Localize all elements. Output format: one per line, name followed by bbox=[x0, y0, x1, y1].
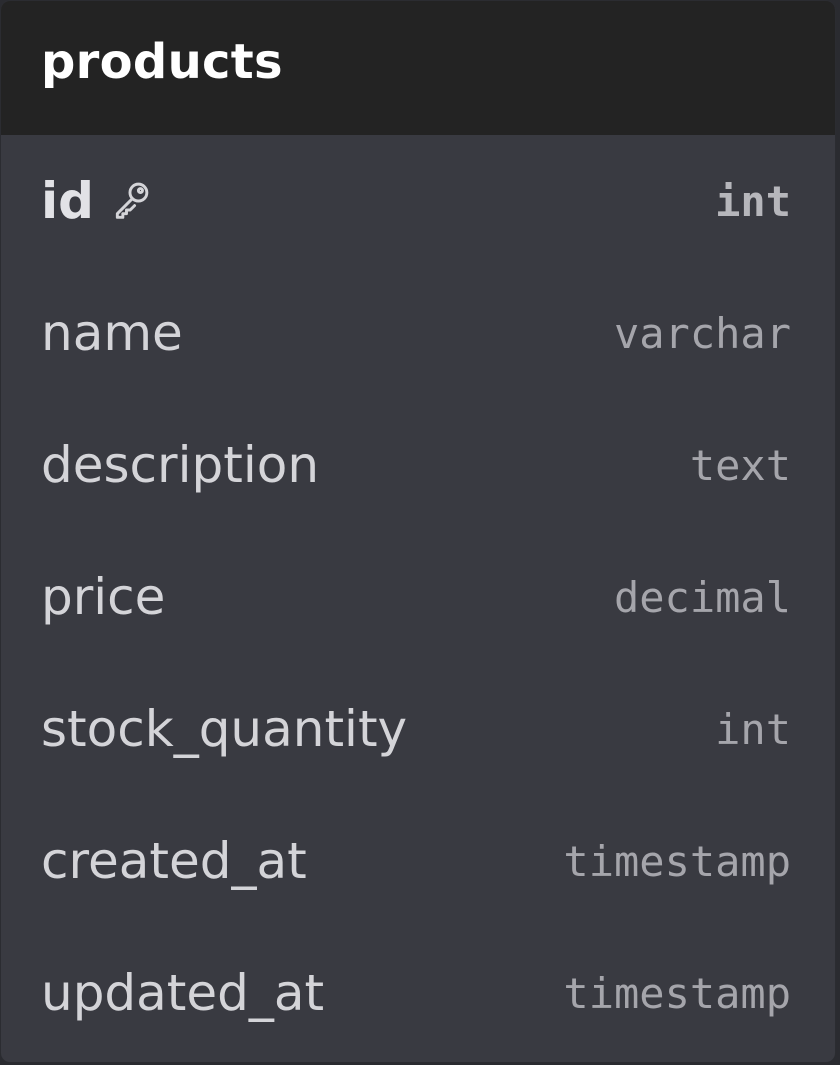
column-type: int bbox=[715, 704, 791, 754]
column-row-price[interactable]: price decimal bbox=[1, 531, 835, 663]
table-node-products[interactable]: products id int name varchar description bbox=[0, 0, 836, 1063]
column-name: stock_quantity bbox=[41, 700, 408, 758]
key-icon bbox=[110, 177, 154, 221]
column-type: timestamp bbox=[563, 836, 791, 886]
column-row-description[interactable]: description text bbox=[1, 399, 835, 531]
table-title: products bbox=[41, 34, 283, 90]
column-type: decimal bbox=[613, 572, 791, 622]
column-name: id bbox=[41, 172, 94, 230]
column-name: description bbox=[41, 436, 320, 494]
column-name: name bbox=[41, 304, 183, 362]
column-name: price bbox=[41, 568, 166, 626]
column-name: created_at bbox=[41, 832, 307, 890]
column-list: id int name varchar description text pri… bbox=[1, 135, 835, 1059]
column-name: updated_at bbox=[41, 964, 325, 1022]
column-name-group: id bbox=[41, 172, 154, 230]
column-type: varchar bbox=[613, 308, 791, 358]
column-type: timestamp bbox=[563, 968, 791, 1018]
column-type: int bbox=[715, 176, 791, 226]
column-row-stock-quantity[interactable]: stock_quantity int bbox=[1, 663, 835, 795]
column-row-created-at[interactable]: created_at timestamp bbox=[1, 795, 835, 927]
column-row-name[interactable]: name varchar bbox=[1, 267, 835, 399]
column-type: text bbox=[689, 440, 791, 490]
column-row-updated-at[interactable]: updated_at timestamp bbox=[1, 927, 835, 1059]
column-row-id[interactable]: id int bbox=[1, 135, 835, 267]
table-header[interactable]: products bbox=[1, 1, 835, 135]
